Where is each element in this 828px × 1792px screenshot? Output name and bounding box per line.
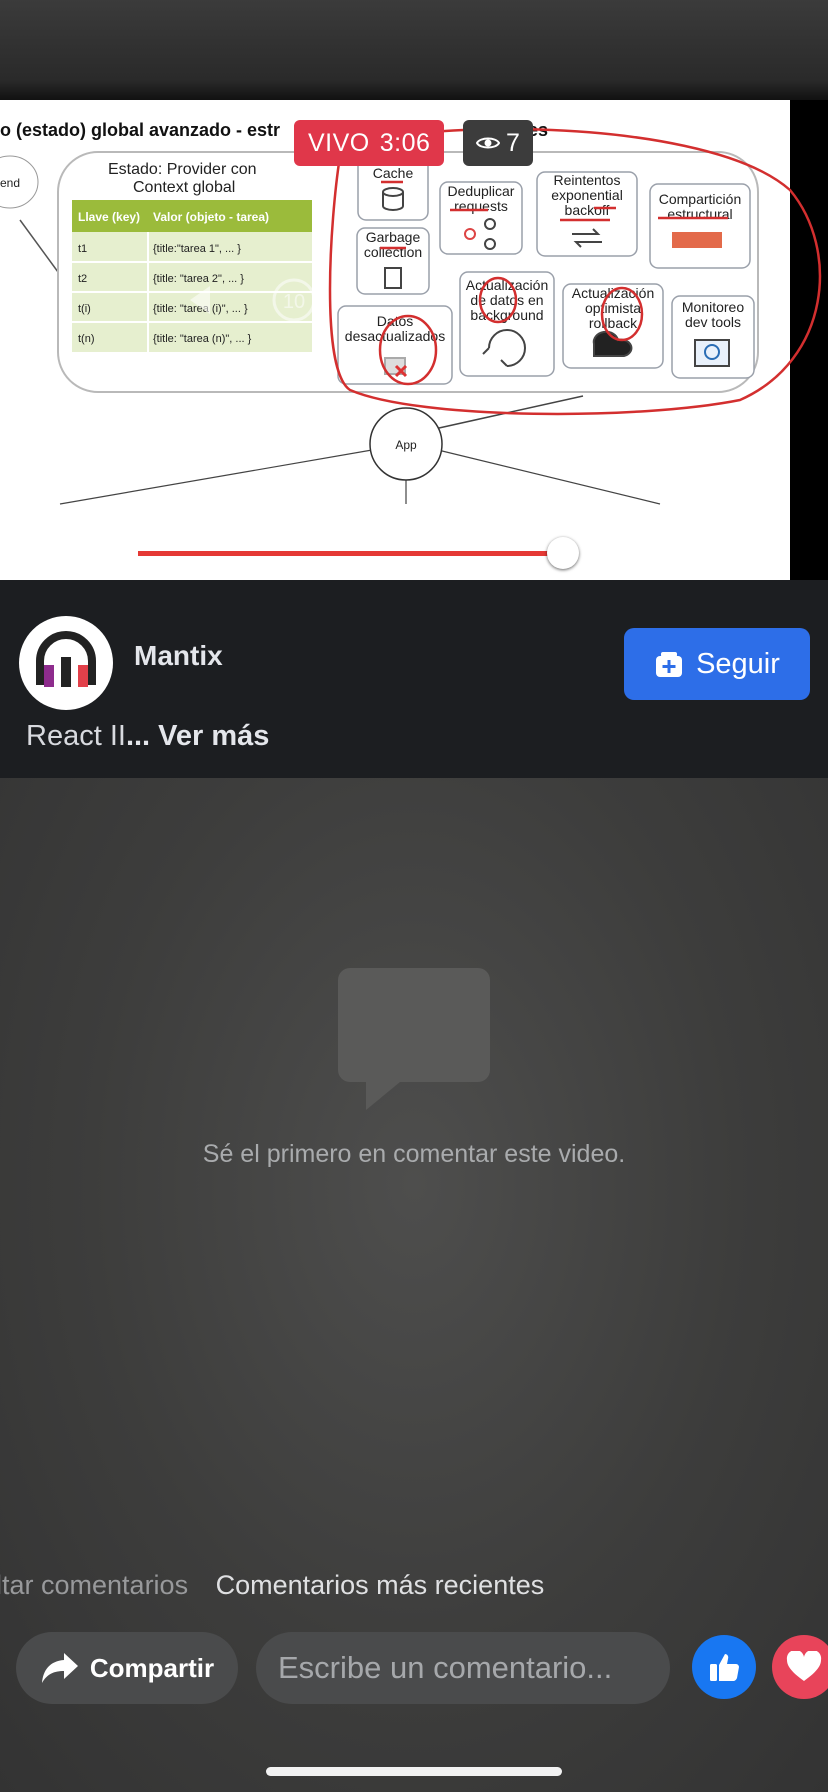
follow-icon: [656, 652, 683, 677]
sort-tab-inactive[interactable]: ltar comentarios: [0, 1570, 188, 1600]
svg-text:dev tools: dev tools: [685, 314, 741, 330]
svg-text:estructural: estructural: [667, 206, 732, 222]
data-table: Llave (key) Valor (objeto - tarea) t1 {t…: [72, 200, 312, 352]
svg-text:Valor (objeto - tarea): Valor (objeto - tarea): [153, 210, 269, 224]
sort-tab-recent[interactable]: Comentarios más recientes: [216, 1570, 545, 1600]
share-label: Compartir: [89, 1652, 215, 1683]
live-elapsed: 3:06: [379, 128, 431, 157]
comment-input[interactable]: [256, 1632, 670, 1704]
viewer-count-badge: 7: [463, 120, 533, 166]
svg-text:rollback: rollback: [589, 315, 638, 331]
svg-text:Garbage: Garbage: [366, 229, 421, 245]
eye-icon: [476, 137, 501, 149]
app-node: App: [395, 438, 417, 452]
live-badge: VIVO 3:06: [294, 120, 445, 166]
like-button[interactable]: [692, 1635, 756, 1699]
svg-text:optimista: optimista: [585, 300, 641, 316]
see-more-link[interactable]: ... Ver más: [126, 720, 270, 752]
follow-button[interactable]: Seguir: [624, 628, 810, 700]
share-button[interactable]: Compartir: [16, 1632, 238, 1704]
svg-text:Context global: Context global: [133, 179, 235, 196]
svg-text:Deduplicar: Deduplicar: [448, 183, 515, 199]
follow-label: Seguir: [696, 647, 780, 680]
svg-text:{title: "tarea 2", ... }: {title: "tarea 2", ... }: [153, 273, 244, 285]
svg-text:Monitoreo: Monitoreo: [682, 299, 744, 315]
mantix-logo-icon: [36, 631, 96, 687]
svg-text:Llave (key): Llave (key): [78, 210, 140, 224]
svg-text:backoff: backoff: [565, 202, 610, 218]
channel-name[interactable]: Mantix: [134, 640, 223, 672]
comment-bubble-icon: [338, 968, 490, 1110]
svg-text:requests: requests: [454, 198, 508, 214]
svg-text:Cache: Cache: [373, 165, 414, 181]
comment-sort-tabs: ltar comentarios Comentarios más recient…: [0, 1570, 544, 1601]
home-indicator: [266, 1767, 562, 1776]
svg-text:{title: "tarea (n)", ... }: {title: "tarea (n)", ... }: [153, 333, 252, 345]
thumbs-up-icon: [710, 1654, 739, 1681]
svg-text:end: end: [0, 176, 20, 190]
description-text: React II: [26, 720, 126, 752]
channel-avatar[interactable]: [19, 616, 113, 710]
empty-comments-text: Sé el primero en comentar este video.: [202, 1140, 626, 1168]
progress-knob[interactable]: [547, 537, 580, 569]
svg-text:t2: t2: [78, 273, 87, 285]
viewer-count: 7: [506, 128, 520, 157]
svg-text:t(i): t(i): [78, 303, 91, 315]
progress-bar[interactable]: [138, 551, 564, 556]
slide-content: o (estado) global avanzado - estr ores e…: [0, 100, 822, 580]
svg-text:10: 10: [283, 291, 305, 313]
svg-text:t1: t1: [78, 243, 87, 255]
video-description: React II... Ver más: [26, 720, 269, 753]
live-label: VIVO: [308, 128, 370, 157]
slide-title: o (estado) global avanzado - estr: [0, 120, 280, 140]
svg-text:t(n): t(n): [78, 333, 95, 345]
heart-icon: [786, 1651, 822, 1681]
svg-text:exponential: exponential: [551, 187, 623, 203]
svg-text:Reintentos: Reintentos: [554, 172, 621, 188]
svg-text:Estado: Provider con: Estado: Provider con: [108, 161, 257, 178]
video-player[interactable]: o (estado) global avanzado - estr ores e…: [0, 100, 828, 580]
love-button[interactable]: [772, 1635, 828, 1699]
share-arrow-icon: [41, 1653, 78, 1683]
svg-text:Compartición: Compartición: [659, 191, 741, 207]
svg-text:{title:"tarea 1", ... }: {title:"tarea 1", ... }: [153, 243, 241, 255]
svg-text:collection: collection: [364, 244, 422, 260]
top-bar: [0, 0, 828, 100]
svg-text:Actualización: Actualización: [572, 285, 655, 301]
